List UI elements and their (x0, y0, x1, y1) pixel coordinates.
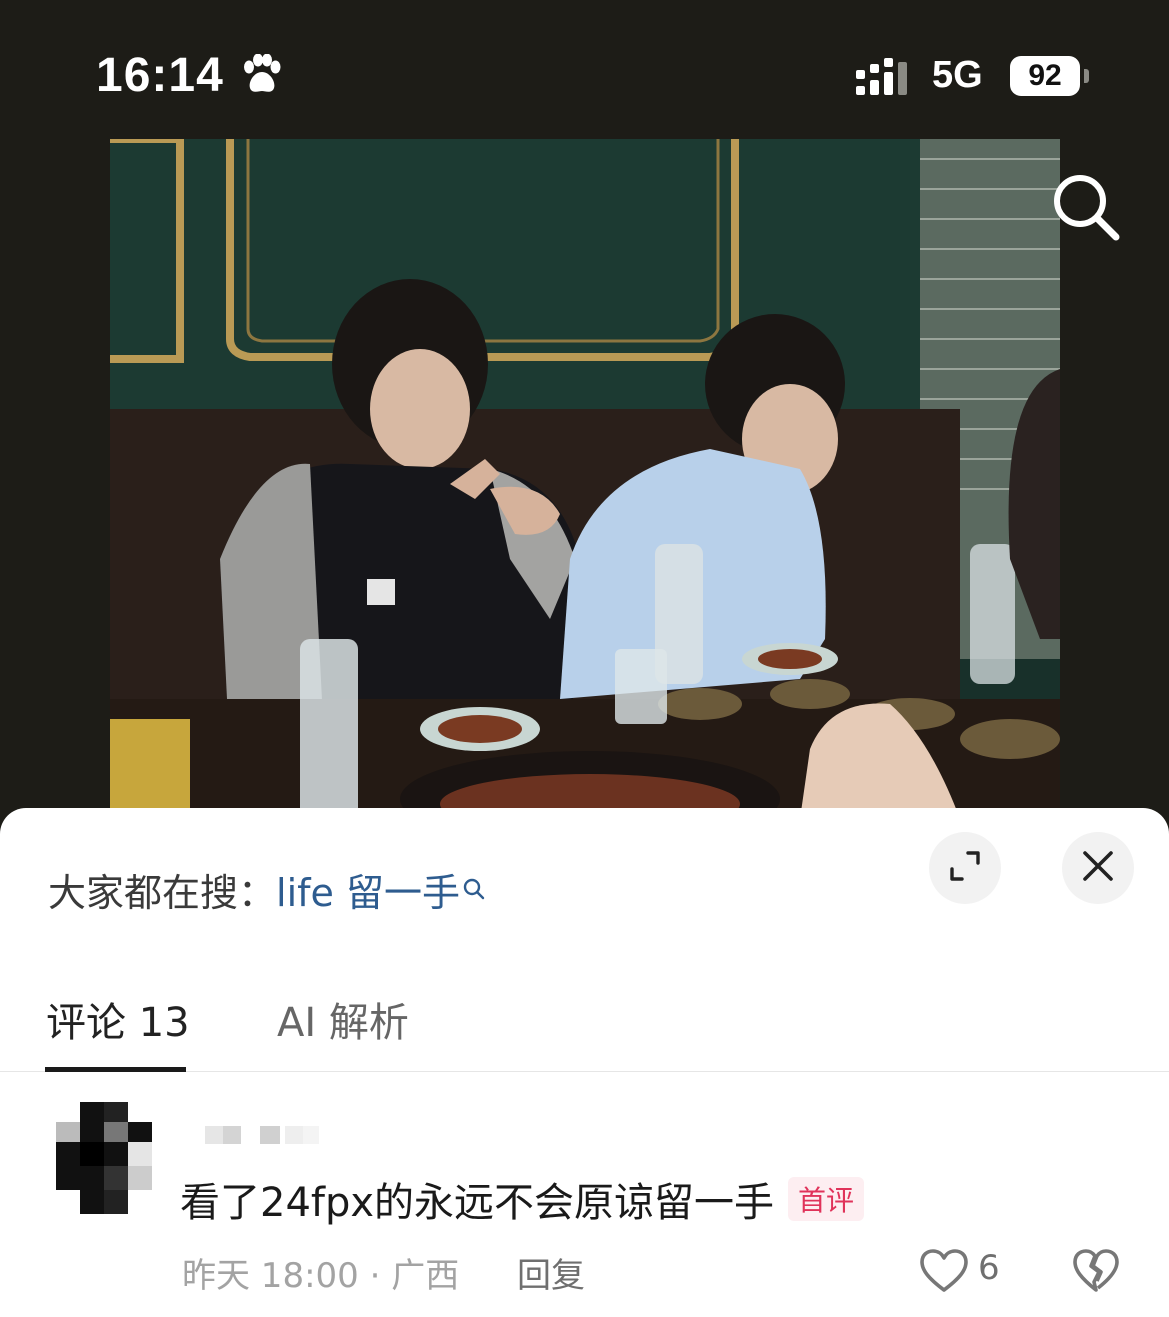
expand-icon (948, 849, 982, 887)
battery-level: 92 (1010, 56, 1080, 96)
like-heart-icon[interactable] (918, 1248, 970, 1298)
comment-body: 看了24fpx的永远不会原谅留一手 (180, 1180, 775, 1226)
avatar[interactable] (56, 1102, 152, 1214)
battery-cap (1084, 69, 1089, 83)
paw-icon (240, 53, 284, 100)
close-icon (1081, 849, 1115, 887)
signal-icon (856, 58, 916, 100)
tab-comments[interactable]: 评论 13 (46, 990, 190, 1048)
expand-button[interactable] (929, 832, 1001, 904)
post-photo[interactable] (110, 139, 1060, 819)
search-suggestion[interactable]: 大家都在搜：life 留一手 (48, 862, 486, 917)
status-bar: 16:14 5G 92 (0, 0, 1169, 140)
comments-sheet: 大家都在搜：life 留一手 评论 13 AI 解析 看了24fpx的永远不会原… (0, 808, 1169, 1317)
first-comment-badge: 首评 (788, 1177, 865, 1221)
comment-meta: 昨天 18:00 · 广西 (182, 1256, 460, 1296)
reply-button[interactable]: 回复 (517, 1248, 585, 1297)
network-type: 5G (932, 54, 983, 96)
search-icon[interactable] (1048, 170, 1124, 248)
comment-item: 看了24fpx的永远不会原谅留一手 首评 昨天 18:00 · 广西 回复 6 (0, 1098, 1169, 1317)
comment-text: 看了24fpx的永远不会原谅留一手 首评 (180, 1170, 865, 1228)
username-redacted[interactable] (205, 1124, 320, 1146)
status-time: 16:14 (96, 49, 224, 102)
dislike-broken-heart-icon[interactable] (1072, 1248, 1120, 1298)
keyword-search-icon (462, 866, 486, 910)
active-tab-indicator (45, 1067, 186, 1072)
tab-bar: 评论 13 AI 解析 (0, 978, 1169, 1072)
like-count: 6 (978, 1248, 1000, 1288)
search-suggestion-keyword[interactable]: life 留一手 (276, 871, 460, 915)
close-button[interactable] (1062, 832, 1134, 904)
tab-ai-analysis[interactable]: AI 解析 (277, 990, 409, 1048)
search-suggestion-label: 大家都在搜： (48, 871, 277, 915)
